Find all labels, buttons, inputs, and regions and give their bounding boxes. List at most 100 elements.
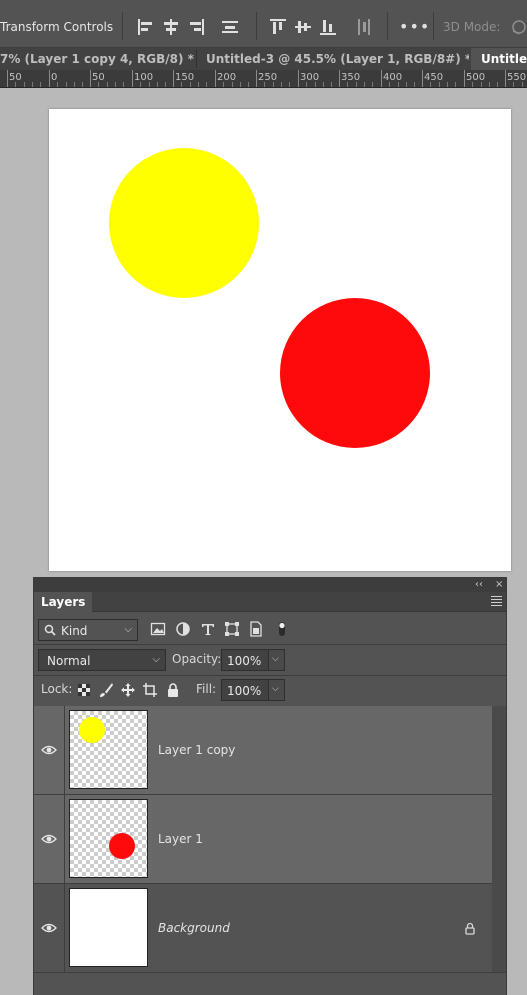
divider xyxy=(64,795,65,883)
lock-image-pixels-icon[interactable] xyxy=(98,682,114,698)
panel-title-bar: ‹‹ × xyxy=(34,578,506,592)
red-circle-thumbnail xyxy=(109,833,135,859)
tab-untitled-3[interactable]: Untitled-3 @ 45.5% (Layer 1, RGB/8#) *× xyxy=(197,48,469,70)
divider xyxy=(64,884,65,972)
layer-row-layer-1-copy[interactable]: Layer 1 copy xyxy=(34,706,492,795)
ruler-minor-tick xyxy=(40,82,41,87)
align-vertical-centers-icon[interactable] xyxy=(293,17,313,37)
opacity-label: Opacity: xyxy=(172,652,222,666)
divider xyxy=(433,12,434,40)
document-canvas[interactable] xyxy=(49,109,511,571)
image-filter-icon[interactable] xyxy=(150,621,166,637)
orbit-3d-icon[interactable] xyxy=(509,16,527,38)
yellow-circle[interactable] xyxy=(109,148,259,298)
ruler-label: 300 xyxy=(300,72,320,83)
ruler-minor-tick xyxy=(98,82,99,87)
layer-name[interactable]: Layer 1 copy xyxy=(158,743,235,757)
chevron-down-icon: ⌵ xyxy=(124,624,132,635)
divider xyxy=(34,675,506,676)
ruler-minor-tick xyxy=(123,82,124,87)
ruler-tick xyxy=(464,70,465,87)
visibility-eye-icon[interactable] xyxy=(41,744,57,756)
close-panel-icon[interactable]: × xyxy=(495,578,503,592)
ruler-minor-tick xyxy=(115,82,116,87)
ruler-label: 200 xyxy=(217,72,237,83)
ruler-minor-tick xyxy=(414,82,415,87)
ruler-minor-tick xyxy=(481,82,482,87)
ruler-minor-tick xyxy=(66,82,67,87)
align-left-edges-icon[interactable] xyxy=(136,17,156,37)
distribute-vertical-icon[interactable] xyxy=(220,17,240,37)
smart-object-filter-icon[interactable] xyxy=(248,621,264,637)
prevent-auto-nesting-icon[interactable] xyxy=(142,682,158,698)
adjustment-filter-icon[interactable] xyxy=(175,621,191,637)
ruler-label: 550 xyxy=(507,72,527,83)
ruler-minor-tick xyxy=(455,82,456,87)
ruler-minor-tick xyxy=(273,82,274,87)
ruler-minor-tick xyxy=(430,82,431,87)
ruler-label: 250 xyxy=(258,72,278,83)
ruler-tick xyxy=(132,70,133,87)
tab-layers[interactable]: Layers xyxy=(34,592,93,612)
filter-kind-select[interactable]: Kind ⌵ xyxy=(38,619,138,641)
ruler-label: 400 xyxy=(383,72,403,83)
chevron-down-icon: ⌵ xyxy=(272,654,279,664)
align-horizontal-centers-icon[interactable] xyxy=(161,17,181,37)
align-right-edges-icon[interactable] xyxy=(186,17,206,37)
align-top-edges-icon[interactable] xyxy=(268,17,288,37)
ruler-minor-tick xyxy=(240,82,241,87)
more-options-button[interactable]: ••• xyxy=(399,17,430,36)
ruler-label: 350 xyxy=(341,72,361,83)
layer-name[interactable]: Layer 1 xyxy=(158,832,203,846)
blend-mode-select[interactable]: Normal ⌵ xyxy=(38,649,166,671)
layer-thumbnail[interactable] xyxy=(69,799,148,878)
shape-filter-icon[interactable] xyxy=(224,621,240,637)
panel-footer xyxy=(34,972,506,995)
chevron-down-icon: ⌵ xyxy=(152,654,160,665)
ruler-minor-tick xyxy=(190,82,191,87)
visibility-eye-icon[interactable] xyxy=(41,833,57,845)
opacity-dropdown-button[interactable]: ⌵ xyxy=(269,649,285,671)
layer-row-background[interactable]: Background xyxy=(34,884,492,973)
collapse-icon[interactable]: ‹‹ xyxy=(475,578,483,592)
layer-thumbnail[interactable] xyxy=(69,888,148,967)
ruler-minor-tick xyxy=(315,82,316,87)
layer-name[interactable]: Background xyxy=(158,921,230,935)
horizontal-ruler[interactable]: 50 0 50 100 150 200 250 300 350 400 450 500 550 xyxy=(0,70,527,88)
tab-layer-1-copy-4[interactable]: 7% (Layer 1 copy 4, RGB/8) *× xyxy=(0,48,195,70)
lock-all-icon[interactable] xyxy=(165,682,181,698)
layers-scrollbar[interactable] xyxy=(492,706,506,972)
ruler-minor-tick xyxy=(306,82,307,87)
panel-menu-icon[interactable] xyxy=(491,596,502,608)
red-circle[interactable] xyxy=(280,298,430,448)
fill-input[interactable]: 100% xyxy=(221,679,269,701)
layer-thumbnail[interactable] xyxy=(69,710,148,789)
ruler-tick xyxy=(256,70,257,87)
ruler-minor-tick xyxy=(489,82,490,87)
fill-label: Fill: xyxy=(196,682,217,696)
fill-dropdown-button[interactable]: ⌵ xyxy=(269,679,285,701)
distribute-horizontal-icon[interactable] xyxy=(354,17,374,37)
ruler-minor-tick xyxy=(57,82,58,87)
ruler-minor-tick xyxy=(157,82,158,87)
opacity-input[interactable]: 100% xyxy=(221,649,269,671)
lock-transparent-pixels-icon[interactable] xyxy=(76,682,92,698)
type-filter-icon[interactable] xyxy=(200,621,216,637)
ruler-minor-tick xyxy=(181,82,182,87)
layers-list: Layer 1 copy Layer 1 Background xyxy=(34,706,506,995)
filter-toggle-icon[interactable] xyxy=(274,621,290,637)
lock-position-icon[interactable] xyxy=(120,682,136,698)
transform-controls-label[interactable]: Transform Controls xyxy=(0,20,113,34)
3d-mode-label: 3D Mode: xyxy=(443,20,501,34)
blend-mode-value: Normal xyxy=(47,654,91,668)
chevron-down-icon: ⌵ xyxy=(272,684,279,694)
layer-row-layer-1[interactable]: Layer 1 xyxy=(34,795,492,884)
opacity-value: 100% xyxy=(227,654,262,668)
visibility-eye-icon[interactable] xyxy=(41,922,57,934)
align-bottom-edges-icon[interactable] xyxy=(318,17,338,37)
layer-lock-icon[interactable] xyxy=(464,922,476,935)
ruler-tick xyxy=(90,70,91,87)
ruler-tick xyxy=(339,70,340,87)
tab-untitled-active[interactable]: Untitled xyxy=(471,48,527,70)
lock-label: Lock: xyxy=(41,682,73,696)
